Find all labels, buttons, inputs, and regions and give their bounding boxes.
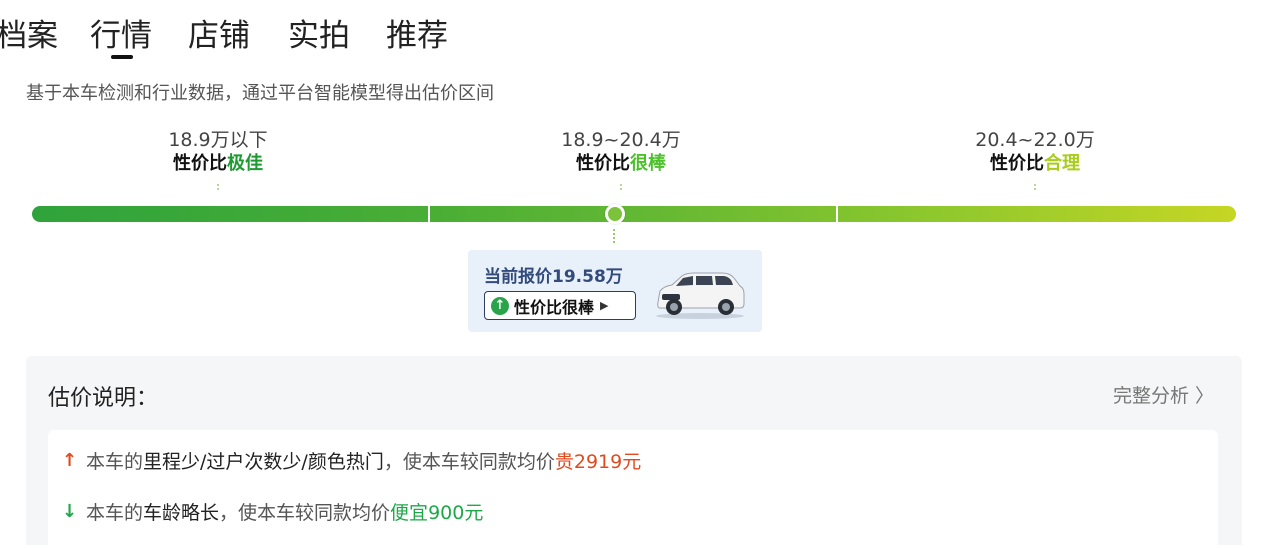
eval-prefix: 性价比 — [173, 153, 227, 174]
tab-recommend[interactable]: 推荐 — [386, 16, 448, 56]
estimate-explanation-title: 估价说明： — [48, 386, 159, 411]
segment-reasonable: 20.4~22.0万 性价比合理 — [915, 128, 1155, 176]
factor-amount: 900元 — [428, 502, 484, 524]
factor-middle: ，使本车较同款均价 — [219, 502, 391, 524]
segment-evaluation: 性价比很棒 — [501, 152, 741, 176]
factor-middle: ，使本车较同款均价 — [383, 451, 555, 473]
value-rating-label: 性价比很棒 — [514, 297, 595, 317]
factor-row-cheaper: ↓ 本车的 车龄略长 ，使本车较同款均价 便宜 900元 — [62, 498, 483, 525]
segment-range: 18.9万以下 — [168, 129, 268, 151]
factor-prefix: 本车的 — [86, 502, 144, 524]
price-range-bar — [32, 206, 1236, 222]
tab-photos[interactable]: 实拍 — [288, 16, 350, 56]
segment-dots — [217, 184, 219, 192]
tab-market[interactable]: 行情 — [90, 16, 152, 56]
eval-word: 合理 — [1044, 153, 1080, 174]
marker-dots — [613, 229, 615, 243]
eval-word: 极佳 — [227, 153, 263, 174]
segment-dots — [620, 184, 622, 192]
eval-word: 很棒 — [630, 153, 666, 174]
segment-great: 18.9~20.4万 性价比很棒 — [501, 128, 741, 176]
factor-highlight: 车龄略长 — [143, 502, 220, 524]
segment-range: 18.9~20.4万 — [561, 129, 681, 151]
factor-highlight: 里程少/过户次数少/颜色热门 — [143, 451, 384, 473]
segment-evaluation: 性价比极佳 — [98, 152, 338, 176]
factor-amount: 2919元 — [573, 451, 642, 473]
segment-dots — [1034, 184, 1036, 192]
eval-prefix: 性价比 — [576, 153, 630, 174]
arrow-up-circle-icon: ↑ — [491, 296, 509, 315]
eval-prefix: 性价比 — [990, 153, 1044, 174]
value-rating-button[interactable]: ↑ 性价比很棒 ▶ — [484, 291, 636, 320]
factor-row-pricier: ↑ 本车的 里程少/过户次数少/颜色热门 ，使本车较同款均价贵 2919元 — [62, 447, 641, 474]
factor-prefix: 本车的 — [86, 451, 144, 473]
current-price-label: 当前报价19.58万 — [484, 267, 623, 287]
factor-direction: 贵 — [554, 451, 574, 473]
car-thumbnail — [656, 272, 745, 319]
play-arrow-icon: ▶ — [600, 299, 609, 312]
estimate-factors-list: ↑ 本车的 里程少/过户次数少/颜色热门 ，使本车较同款均价贵 2919元 ↓ 本车的… — [48, 430, 1218, 548]
tab-store[interactable]: 店铺 — [188, 16, 250, 56]
arrow-up-icon: ↑ — [62, 450, 78, 471]
full-analysis-link[interactable]: 完整分析 〉 — [1113, 381, 1214, 408]
bar-divider — [836, 206, 838, 222]
tab-archive[interactable]: 档案 — [0, 16, 58, 56]
segment-range: 20.4~22.0万 — [975, 129, 1095, 151]
current-price-card: 当前报价19.58万 ↑ 性价比很棒 ▶ — [468, 250, 762, 332]
estimate-description: 基于本车检测和行业数据，通过平台智能模型得出估价区间 — [26, 83, 494, 104]
segment-evaluation: 性价比合理 — [915, 152, 1155, 176]
bar-divider — [428, 206, 430, 222]
estimate-explanation-panel: 估价说明： 完整分析 〉 ↑ 本车的 里程少/过户次数少/颜色热门 ，使本车较同款均… — [26, 356, 1242, 548]
segment-excellent: 18.9万以下 性价比极佳 — [98, 128, 338, 176]
current-price-marker — [605, 204, 625, 224]
arrow-down-icon: ↓ — [62, 501, 78, 522]
active-tab-indicator — [111, 55, 133, 59]
factor-direction: 便宜 — [390, 502, 429, 524]
